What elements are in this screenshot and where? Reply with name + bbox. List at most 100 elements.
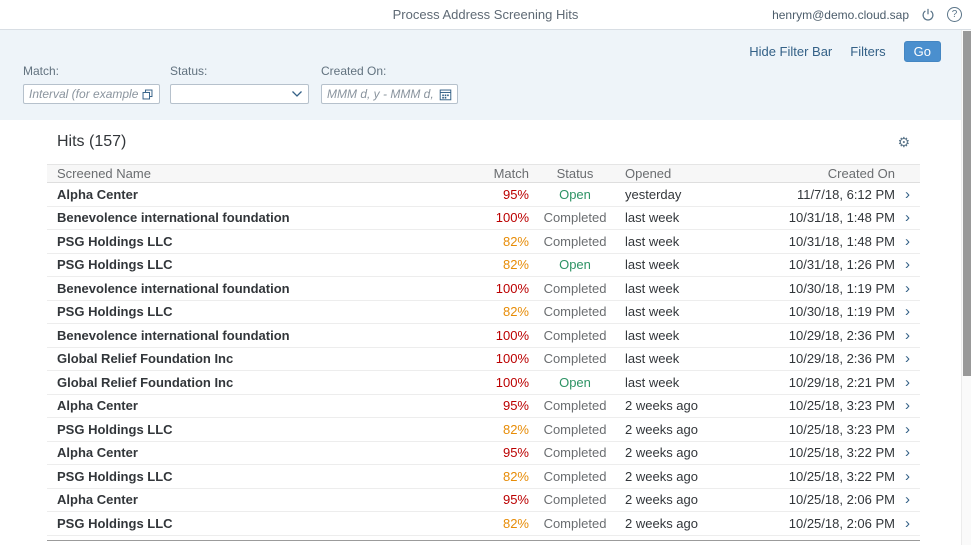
column-header-status[interactable]: Status [529,166,621,181]
column-header-screened-name[interactable]: Screened Name [47,166,469,181]
cell-status: Completed [529,516,621,531]
cell-created: 10/29/18, 2:36 PM [785,351,895,366]
table-row[interactable]: Benevolence international foundation 100… [47,207,920,231]
match-input-wrap [23,84,160,104]
power-icon [921,8,935,22]
status-label: Status: [170,64,309,78]
table-row[interactable]: Global Relief Foundation Inc 100% Open l… [47,371,920,395]
cell-opened: last week [621,304,785,319]
status-select[interactable] [170,84,309,104]
row-chevron-icon[interactable]: › [895,234,920,249]
cell-opened: 2 weeks ago [621,492,785,507]
row-chevron-icon[interactable]: › [895,210,920,225]
table-row[interactable]: PSG Holdings LLC 82% Open last week 10/3… [47,254,920,278]
cell-match: 82% [469,234,529,249]
row-chevron-icon[interactable]: › [895,422,920,437]
hide-filter-bar-link[interactable]: Hide Filter Bar [749,44,832,59]
calendar-icon[interactable] [439,88,452,101]
table-row[interactable]: PSG Holdings LLC 82% Completed last week… [47,301,920,325]
created-on-input-wrap [321,84,458,104]
cell-status: Completed [529,445,621,460]
cell-status: Completed [529,469,621,484]
filter-bar: Hide Filter Bar Filters Go Match: Status… [0,30,971,120]
row-chevron-icon[interactable]: › [895,375,920,390]
cell-screened-name: Global Relief Foundation Inc [47,351,469,366]
table-row[interactable]: PSG Holdings LLC 82% Completed last week… [47,230,920,254]
row-chevron-icon[interactable]: › [895,516,920,531]
cell-match: 82% [469,469,529,484]
cell-opened: last week [621,234,785,249]
cell-status: Completed [529,281,621,296]
row-chevron-icon[interactable]: › [895,398,920,413]
cell-opened: 2 weeks ago [621,398,785,413]
row-chevron-icon[interactable]: › [895,187,920,202]
cell-status: Completed [529,328,621,343]
cell-status: Completed [529,210,621,225]
cell-screened-name: Alpha Center [47,445,469,460]
row-chevron-icon[interactable]: › [895,281,920,296]
table-row[interactable]: PSG Holdings LLC 82% Completed 2 weeks a… [47,465,920,489]
hits-table-body: Alpha Center 95% Open yesterday 11/7/18,… [47,183,920,536]
row-chevron-icon[interactable]: › [895,445,920,460]
row-chevron-icon[interactable]: › [895,351,920,366]
created-on-input[interactable] [327,87,436,101]
cell-screened-name: Global Relief Foundation Inc [47,375,469,390]
go-button[interactable]: Go [904,41,941,62]
table-row[interactable]: PSG Holdings LLC 82% Completed 2 weeks a… [47,512,920,536]
cell-status: Open [529,187,621,202]
scrollbar-thumb[interactable] [963,31,971,376]
cell-created: 10/25/18, 3:22 PM [785,445,895,460]
row-chevron-icon[interactable]: › [895,328,920,343]
cell-created: 10/25/18, 3:22 PM [785,469,895,484]
table-row[interactable]: Global Relief Foundation Inc 100% Comple… [47,348,920,372]
cell-screened-name: Benevolence international foundation [47,281,469,296]
created-on-label: Created On: [321,64,458,78]
logout-icon[interactable] [921,8,935,22]
cell-screened-name: PSG Holdings LLC [47,422,469,437]
cell-screened-name: Alpha Center [47,492,469,507]
cell-opened: 2 weeks ago [621,516,785,531]
filter-field-created-on: Created On: [321,64,458,104]
table-row[interactable]: Alpha Center 95% Completed 2 weeks ago 1… [47,489,920,513]
match-input[interactable] [29,87,138,101]
cell-created: 10/29/18, 2:36 PM [785,328,895,343]
cell-match: 95% [469,187,529,202]
cell-created: 10/31/18, 1:48 PM [785,210,895,225]
table-row[interactable]: Alpha Center 95% Completed 2 weeks ago 1… [47,442,920,466]
table-row[interactable]: Benevolence international foundation 100… [47,277,920,301]
column-header-created-on[interactable]: Created On [785,166,895,181]
cell-screened-name: Alpha Center [47,187,469,202]
table-row[interactable]: PSG Holdings LLC 82% Completed 2 weeks a… [47,418,920,442]
cell-match: 100% [469,281,529,296]
row-chevron-icon[interactable]: › [895,492,920,507]
table-row[interactable]: Benevolence international foundation 100… [47,324,920,348]
cell-created: 10/25/18, 2:06 PM [785,492,895,507]
table-bottom-divider [47,540,920,541]
row-chevron-icon[interactable]: › [895,304,920,319]
table-row[interactable]: Alpha Center 95% Open yesterday 11/7/18,… [47,183,920,207]
table-row[interactable]: Alpha Center 95% Completed 2 weeks ago 1… [47,395,920,419]
cell-opened: 2 weeks ago [621,469,785,484]
cell-match: 100% [469,351,529,366]
user-email: henrym@demo.cloud.sap [772,8,909,22]
cell-match: 100% [469,375,529,390]
row-chevron-icon[interactable]: › [895,257,920,272]
vertical-scrollbar[interactable] [961,30,971,545]
filters-link[interactable]: Filters [850,44,885,59]
cell-match: 82% [469,257,529,272]
cell-match: 100% [469,328,529,343]
row-chevron-icon[interactable]: › [895,469,920,484]
cell-screened-name: Alpha Center [47,398,469,413]
table-settings-gear-icon[interactable]: ⚙ [897,135,920,149]
column-header-opened[interactable]: Opened [621,166,785,181]
table-header-bar: Hits (157) ⚙ [47,120,920,164]
cell-screened-name: PSG Holdings LLC [47,304,469,319]
value-help-icon[interactable] [141,88,154,101]
cell-screened-name: PSG Holdings LLC [47,234,469,249]
cell-created: 10/30/18, 1:19 PM [785,304,895,319]
cell-screened-name: PSG Holdings LLC [47,516,469,531]
help-icon[interactable]: ? [947,7,962,22]
column-header-match[interactable]: Match [469,166,529,181]
cell-match: 95% [469,398,529,413]
cell-match: 95% [469,445,529,460]
